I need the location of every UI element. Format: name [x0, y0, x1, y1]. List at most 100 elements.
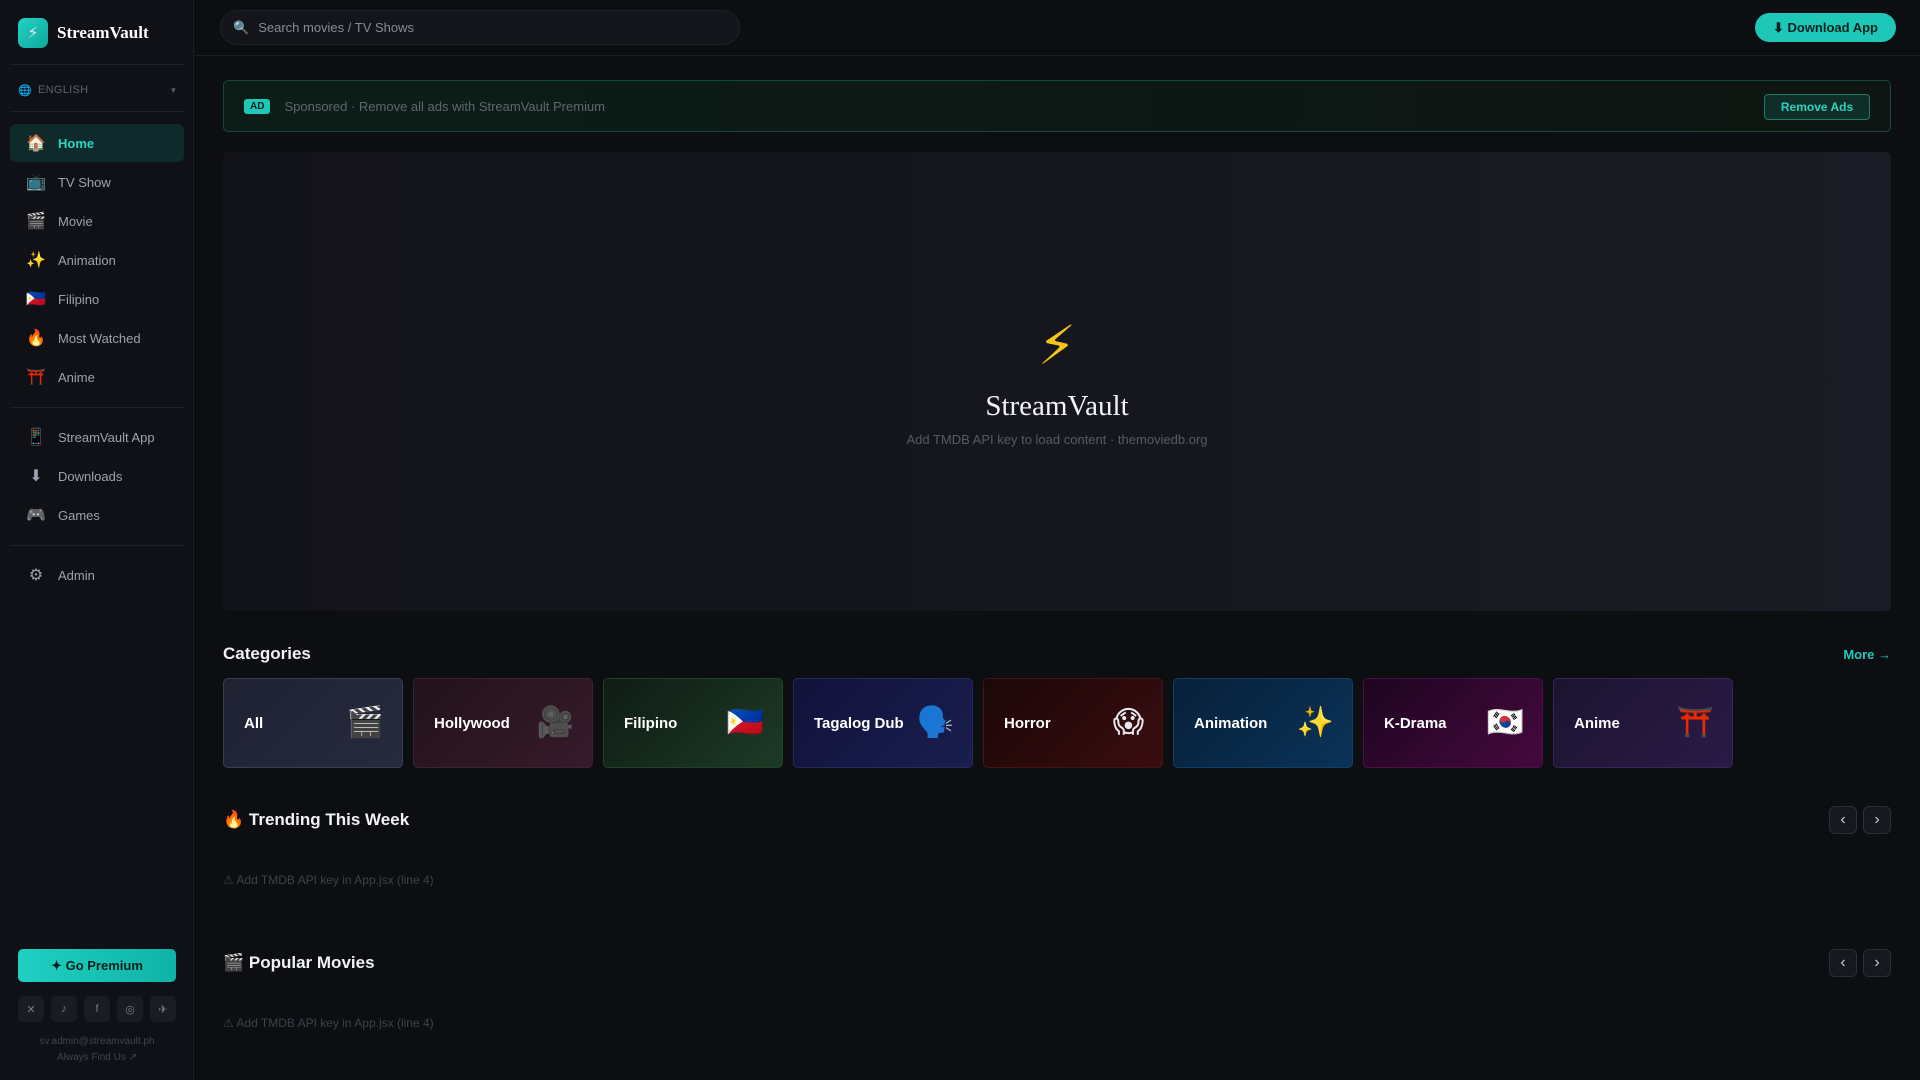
- top-bar: 🔍 ⬇ Download App: [194, 0, 1920, 56]
- category-list: All 🎬 Hollywood 🎥 Filipino 🇵🇭 Tagalog Du…: [223, 678, 1733, 768]
- sidebar-item-label: StreamVault App: [58, 429, 155, 445]
- app-name: StreamVault: [57, 23, 149, 42]
- trending-carousel-controls: ‹ ›: [1829, 806, 1891, 834]
- category-card-filipino[interactable]: Filipino 🇵🇭: [603, 678, 783, 768]
- divider: [10, 111, 184, 112]
- category-label: Horror: [1004, 714, 1051, 732]
- language-selector[interactable]: 🌐 ENGLISH ▾: [18, 82, 176, 98]
- tiktok-icon[interactable]: ♪: [51, 996, 77, 1022]
- chevron-down-icon: ▾: [171, 84, 176, 95]
- sidebar-item-movie[interactable]: 🎬 Movie: [10, 202, 184, 240]
- korea-flag-icon: 🇰🇷: [1486, 706, 1524, 739]
- speaking-head-icon: 🗣️: [916, 706, 954, 739]
- remove-ads-button[interactable]: Remove Ads: [1764, 94, 1870, 120]
- gear-icon: ⚙: [28, 567, 44, 584]
- trending-title: 🔥 Trending This Week: [223, 810, 410, 829]
- torii-gate-icon: ⛩️: [26, 369, 46, 386]
- clapperboard-icon: 🎬: [346, 706, 384, 739]
- sparkles-icon: ✨: [1296, 706, 1334, 739]
- telegram-icon[interactable]: ✈: [150, 996, 176, 1022]
- category-card-animation[interactable]: Animation ✨: [1173, 678, 1353, 768]
- category-card-tagalog-dub[interactable]: Tagalog Dub 🗣️: [793, 678, 973, 768]
- categories-title: Categories: [223, 644, 311, 663]
- more-link[interactable]: More →: [1843, 647, 1891, 662]
- popular-prev-button[interactable]: ‹: [1829, 949, 1857, 977]
- sidebar-item-downloads[interactable]: ⬇ Downloads: [10, 457, 184, 495]
- category-label: Filipino: [624, 714, 678, 732]
- divider: [10, 407, 184, 408]
- clapperboard-icon: 🎬: [26, 213, 46, 230]
- sidebar-item-home[interactable]: 🏠 Home: [10, 124, 184, 162]
- go-premium-button[interactable]: ✦ Go Premium: [18, 949, 176, 982]
- sidebar-item-anime[interactable]: ⛩️ Anime: [10, 358, 184, 396]
- ad-banner: AD Sponsored · Remove all ads with Strea…: [223, 80, 1891, 132]
- sidebar-item-label: Animation: [58, 252, 116, 268]
- sidebar-item-filipino[interactable]: 🇵🇭 Filipino: [10, 280, 184, 318]
- category-card-horror[interactable]: Horror 😱: [983, 678, 1163, 768]
- ad-badge: AD: [244, 98, 271, 114]
- trending-next-button[interactable]: ›: [1863, 806, 1891, 834]
- find-us-link[interactable]: Always Find Us ↗: [0, 1052, 194, 1063]
- trending-warning: ⚠ Add TMDB API key in App.jsx (line 4): [223, 873, 434, 887]
- category-card-all[interactable]: All 🎬: [223, 678, 403, 768]
- category-card-k-drama[interactable]: K-Drama 🇰🇷: [1363, 678, 1543, 768]
- download-icon: ⬇: [29, 468, 43, 485]
- hero-banner: ⚡ StreamVault Add TMDB API key to load c…: [223, 152, 1891, 611]
- sidebar-item-animation[interactable]: ✨ Animation: [10, 241, 184, 279]
- lightning-icon: ⚡: [18, 18, 48, 48]
- language-label: ENGLISH: [38, 84, 89, 96]
- sidebar-item-streamvault-app[interactable]: 📱 StreamVault App: [10, 418, 184, 456]
- philippines-flag-icon: 🇵🇭: [726, 706, 764, 739]
- sidebar-item-games[interactable]: 🎮 Games: [10, 496, 184, 534]
- sidebar-item-tv-show[interactable]: 📺 TV Show: [10, 163, 184, 201]
- app-logo[interactable]: ⚡ StreamVault: [18, 18, 149, 48]
- facebook-icon[interactable]: f: [84, 996, 110, 1022]
- search-box[interactable]: 🔍: [220, 10, 740, 45]
- ad-text: Sponsored · Remove all ads with StreamVa…: [284, 98, 606, 114]
- download-app-button[interactable]: ⬇ Download App: [1755, 13, 1896, 42]
- sidebar-item-label: Downloads: [58, 468, 123, 484]
- popular-title: 🎬 Popular Movies: [223, 953, 375, 972]
- sidebar-item-label: Filipino: [58, 291, 100, 307]
- sidebar-item-label: Movie: [58, 213, 93, 229]
- sidebar-item-label: Anime: [58, 369, 95, 385]
- category-label: Hollywood: [434, 714, 510, 732]
- trending-prev-button[interactable]: ‹: [1829, 806, 1857, 834]
- philippines-flag-icon: 🇵🇭: [26, 291, 46, 308]
- category-label: Anime: [1574, 714, 1620, 732]
- movie-camera-icon: 🎥: [536, 706, 574, 739]
- globe-icon: 🌐: [18, 84, 32, 97]
- tv-icon: 📺: [26, 174, 46, 191]
- torii-gate-icon: ⛩️: [1676, 706, 1714, 739]
- sidebar-item-most-watched[interactable]: 🔥 Most Watched: [10, 319, 184, 357]
- divider: [10, 64, 184, 65]
- social-links: ✕ ♪ f ◎ ✈: [18, 996, 176, 1022]
- category-card-hollywood[interactable]: Hollywood 🎥: [413, 678, 593, 768]
- popular-next-button[interactable]: ›: [1863, 949, 1891, 977]
- sparkles-icon: ✨: [26, 252, 46, 269]
- contact-email: sv.admin@streamvault.ph: [39, 1036, 155, 1047]
- category-label: Animation: [1194, 714, 1268, 732]
- category-label: All: [244, 714, 264, 732]
- popular-carousel-controls: ‹ ›: [1829, 949, 1891, 977]
- fire-icon: 🔥: [26, 330, 46, 347]
- sidebar: ⚡ StreamVault 🌐 ENGLISH ▾ 🏠 Home 📺 TV Sh…: [0, 0, 194, 1080]
- screaming-face-icon: 😱: [1112, 706, 1144, 739]
- instagram-icon[interactable]: ◎: [117, 996, 143, 1022]
- divider: [10, 545, 184, 546]
- lightning-icon: ⚡: [1038, 316, 1076, 376]
- sidebar-item-label: TV Show: [58, 174, 111, 190]
- sidebar-item-admin[interactable]: ⚙ Admin: [10, 556, 184, 594]
- gamepad-icon: 🎮: [26, 507, 46, 524]
- sidebar-item-label: Admin: [58, 567, 95, 583]
- search-input[interactable]: [258, 20, 719, 35]
- category-label: Tagalog Dub: [814, 714, 904, 732]
- sidebar-item-label: Most Watched: [58, 330, 141, 346]
- search-icon: 🔍: [233, 19, 250, 35]
- x-icon[interactable]: ✕: [18, 996, 44, 1022]
- sidebar-item-label: Games: [58, 507, 100, 523]
- popular-warning: ⚠ Add TMDB API key in App.jsx (line 4): [223, 1016, 434, 1030]
- category-card-anime[interactable]: Anime ⛩️: [1553, 678, 1733, 768]
- category-label: K-Drama: [1384, 714, 1447, 732]
- phone-icon: 📱: [26, 429, 46, 446]
